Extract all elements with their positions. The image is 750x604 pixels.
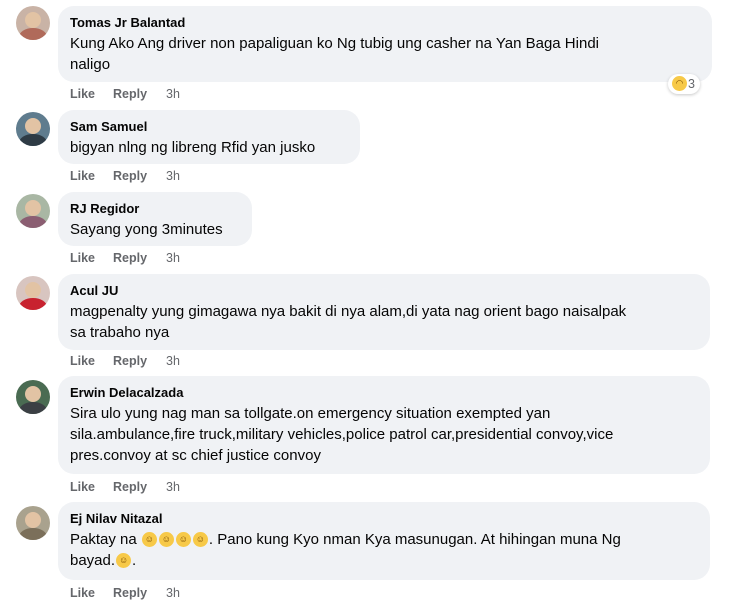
comment-bubble: Ej Nilav Nitazal Paktay na ☺ ☺ ☺ ☺. Pano ku… (58, 502, 710, 580)
grinning-emoji-icon: ☺ (192, 531, 208, 547)
comment-text-part: . (132, 552, 137, 569)
comment-bubble: Acul JU magpenalty yung gimagawa nya bak… (58, 274, 710, 350)
reply-button[interactable]: Reply (113, 250, 147, 266)
reaction-summary[interactable]: ◠ 3 (668, 74, 700, 94)
grinning-emoji-icon: ☺ (158, 531, 174, 547)
comment-author[interactable]: Sam Samuel (70, 118, 348, 135)
comment-text: Sayang yong 3minutes (70, 221, 223, 238)
comment-text: magpenalty yung gimagawa nya bakit di ny… (70, 303, 627, 341)
comment-text: Paktay na ☺ ☺ ☺ ☺. Pano kung Kyo nman Kya m… (70, 529, 698, 571)
reply-button[interactable]: Reply (113, 479, 147, 495)
comment-text-part: bayad. (70, 552, 116, 569)
grinning-emoji-icon: ☺ (175, 531, 191, 547)
comment-bubble: Sam Samuel bigyan nlng ng libreng Rfid y… (58, 110, 360, 164)
haha-emoji-icon: ◠ (672, 76, 687, 92)
rofl-emoji-icon: ☺ (116, 552, 132, 568)
comment-author[interactable]: Erwin Delacalzada (70, 384, 698, 401)
comment-author[interactable]: Acul JU (70, 282, 698, 299)
comment-text: Kung Ako Ang driver non papaliguan ko Ng… (70, 35, 599, 73)
like-button[interactable]: Like (70, 168, 95, 184)
like-button[interactable]: Like (70, 479, 95, 495)
avatar[interactable] (16, 506, 50, 540)
comment-timestamp[interactable]: 3h (166, 250, 180, 266)
avatar[interactable] (16, 6, 50, 40)
avatar[interactable] (16, 194, 50, 228)
comment-text: Sira ulo yung nag man sa tollgate.on eme… (70, 405, 614, 464)
grinning-emoji-icon: ☺ (141, 531, 157, 547)
avatar[interactable] (16, 380, 50, 414)
reply-button[interactable]: Reply (113, 86, 147, 102)
comment-text-part: . Pano kung Kyo nman Kya masunugan. At h… (208, 531, 621, 548)
reaction-count: 3 (688, 77, 695, 91)
like-button[interactable]: Like (70, 353, 95, 369)
comment-text: bigyan nlng ng libreng Rfid yan jusko (70, 139, 316, 156)
comment-timestamp[interactable]: 3h (166, 168, 180, 184)
comment-timestamp[interactable]: 3h (166, 353, 180, 369)
reply-button[interactable]: Reply (113, 353, 147, 369)
comment-bubble: RJ Regidor Sayang yong 3minutes (58, 192, 252, 246)
like-button[interactable]: Like (70, 250, 95, 266)
comment-author[interactable]: Tomas Jr Balantad (70, 14, 700, 31)
comment-text-part: Paktay na (70, 531, 141, 548)
comment-timestamp[interactable]: 3h (166, 86, 180, 102)
comment-timestamp[interactable]: 3h (166, 585, 180, 601)
comment-timestamp[interactable]: 3h (166, 479, 180, 495)
avatar[interactable] (16, 112, 50, 146)
reply-button[interactable]: Reply (113, 585, 147, 601)
avatar[interactable] (16, 276, 50, 310)
reply-button[interactable]: Reply (113, 168, 147, 184)
comment-bubble: Tomas Jr Balantad Kung Ako Ang driver no… (58, 6, 712, 82)
comment-author[interactable]: Ej Nilav Nitazal (70, 510, 698, 527)
like-button[interactable]: Like (70, 86, 95, 102)
comment-author[interactable]: RJ Regidor (70, 200, 240, 217)
comment-bubble: Erwin Delacalzada Sira ulo yung nag man … (58, 376, 710, 474)
like-button[interactable]: Like (70, 585, 95, 601)
